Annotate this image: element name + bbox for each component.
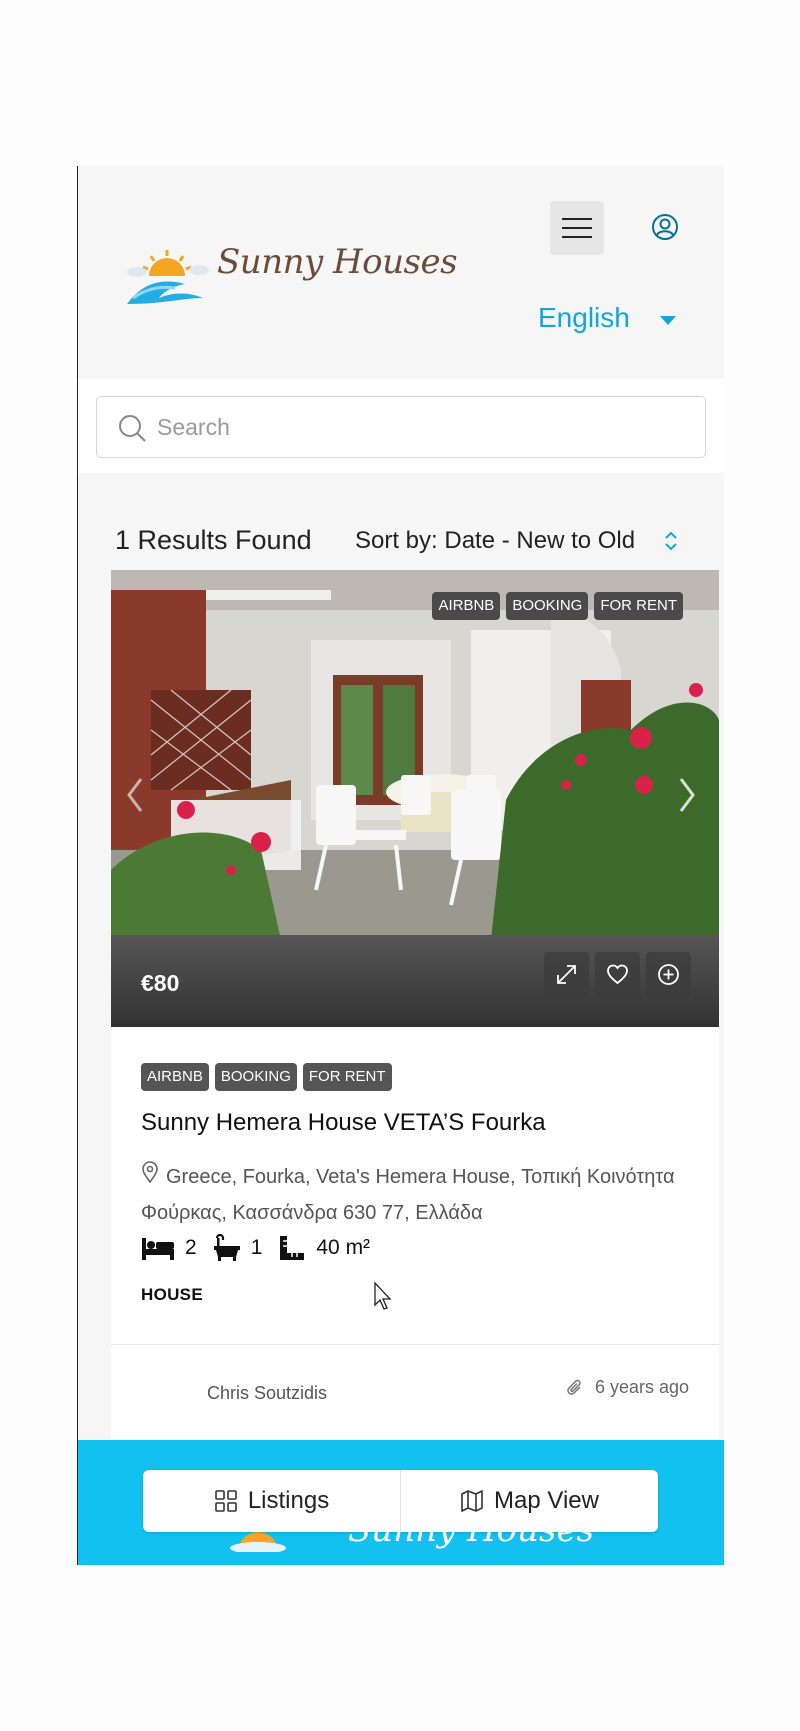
tag-booking[interactable]: BOOKING [506, 592, 589, 620]
menu-icon [562, 218, 592, 220]
listing-address: Greece, Fourka, Veta's Hemera House, Τοπ… [141, 1166, 675, 1224]
ruler-icon [280, 1236, 305, 1260]
search-section [78, 379, 724, 473]
listing-details: AIRBNB BOOKING FOR RENT Sunny Hemera Hou… [141, 1063, 701, 1304]
heart-icon [607, 964, 628, 985]
posted-time: 6 years ago [595, 1377, 690, 1397]
tag-for-rent[interactable]: FOR RENT [594, 592, 683, 620]
tag-airbnb[interactable]: AIRBNB [141, 1063, 209, 1091]
tag-airbnb[interactable]: AIRBNB [432, 592, 501, 620]
view-toggle: Listings Map View [143, 1470, 658, 1532]
logo-text: Sunny Houses [217, 242, 458, 282]
results-count: 1 Results Found [115, 525, 312, 555]
menu-button[interactable] [550, 201, 604, 255]
footer: Sunny Houses Listings Map View [78, 1440, 724, 1565]
map-view-label: Map View [494, 1487, 599, 1514]
app-frame: Sunny Houses English 1 Results Found Sor… [77, 166, 724, 1565]
bathrooms-count: 1 [250, 1236, 263, 1259]
search-box[interactable] [96, 396, 706, 458]
listing-specs: 2 1 40 m² [141, 1233, 386, 1263]
listing-price: €80 [141, 970, 180, 996]
header: Sunny Houses English [78, 166, 724, 379]
area-size: 40 m² [316, 1236, 371, 1259]
bed-icon [142, 1238, 174, 1260]
grid-icon [215, 1490, 237, 1512]
menu-icon-bar [562, 227, 592, 229]
paperclip-icon [567, 1379, 581, 1395]
search-icon [119, 415, 146, 442]
language-select[interactable]: English [538, 302, 630, 334]
sort-select[interactable]: Sort by: Date - New to Old [355, 527, 635, 555]
favorite-button[interactable] [595, 952, 640, 997]
bath-icon [213, 1234, 240, 1261]
user-icon[interactable] [650, 212, 680, 242]
map-icon [461, 1490, 483, 1512]
property-type: HOUSE [141, 1285, 203, 1304]
chevron-right-icon[interactable] [677, 775, 697, 815]
logo-sun-wave-icon [127, 250, 209, 304]
chevron-left-icon[interactable] [125, 775, 145, 815]
card-divider [111, 1344, 719, 1345]
mouse-cursor-icon [374, 1281, 392, 1310]
photo-tags: AIRBNB BOOKING FOR RENT [432, 592, 683, 620]
listings-label: Listings [247, 1487, 330, 1514]
plus-circle-icon [658, 964, 679, 985]
agent-name[interactable]: Chris Soutzidis [207, 1383, 327, 1404]
listing-photo[interactable]: AIRBNB BOOKING FOR RENT €80 [111, 570, 719, 1027]
tag-for-rent[interactable]: FOR RENT [302, 1063, 392, 1091]
search-input[interactable] [155, 409, 679, 445]
expand-icon [557, 965, 576, 984]
compare-button[interactable] [646, 952, 691, 997]
listing-title[interactable]: Sunny Hemera House VETA’S Fourka [141, 1109, 546, 1137]
menu-icon-bar [562, 236, 592, 238]
listing-card[interactable]: AIRBNB BOOKING FOR RENT €80 AIRBNB BOOKI… [111, 570, 719, 1460]
listing-tags: AIRBNB BOOKING FOR RENT [141, 1063, 701, 1091]
sort-icon[interactable] [663, 530, 679, 552]
listings-view-button[interactable]: Listings [143, 1470, 400, 1532]
expand-button[interactable] [544, 952, 589, 997]
results-area: 1 Results Found Sort by: Date - New to O… [78, 473, 724, 1473]
site-logo[interactable]: Sunny Houses [123, 242, 458, 312]
price-bar: €80 [111, 935, 719, 1027]
map-view-button[interactable]: Map View [401, 1470, 658, 1532]
caret-down-icon[interactable] [660, 316, 676, 325]
bedrooms-count: 2 [185, 1236, 197, 1259]
tag-booking[interactable]: BOOKING [214, 1063, 297, 1091]
